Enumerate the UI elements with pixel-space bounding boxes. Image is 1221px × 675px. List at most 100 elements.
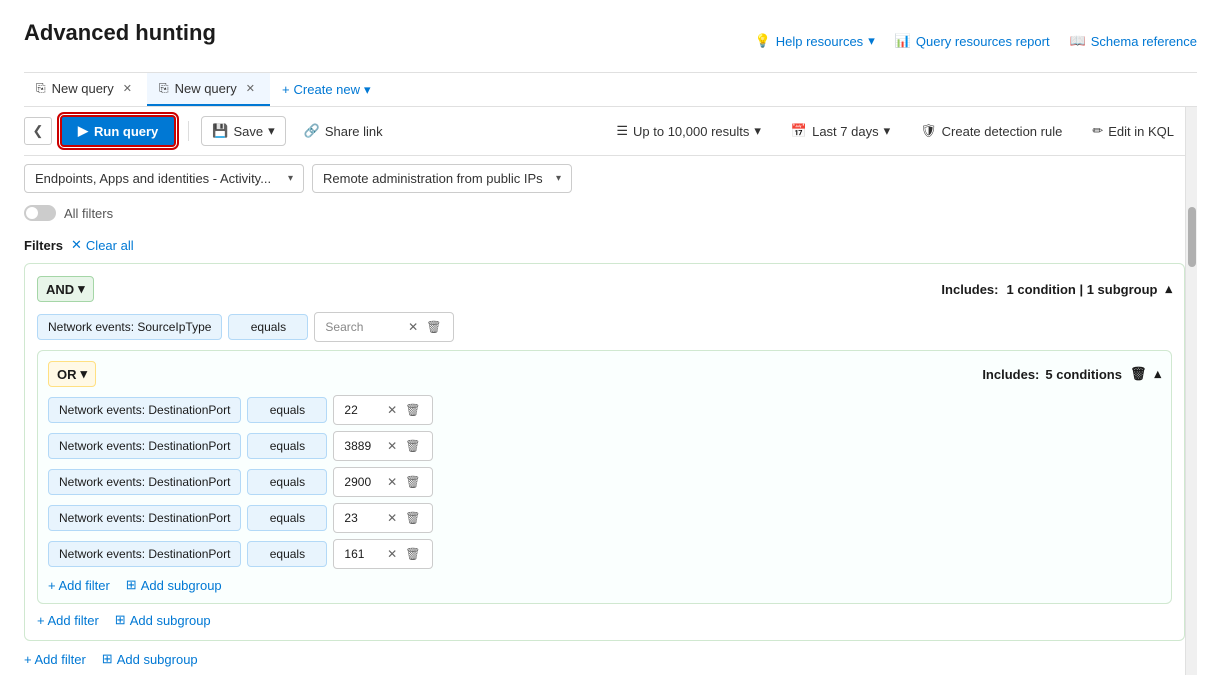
bottom-add-filter-button[interactable]: + Add filter (24, 652, 86, 667)
sidebar-icon: ❮ (33, 123, 44, 139)
subgroup-field-1[interactable]: Network events: DestinationPort (48, 433, 241, 459)
edit-in-kql-button[interactable]: ✏ Edit in KQL (1081, 116, 1185, 146)
subgroup-row-clear-0[interactable]: ✕ (385, 401, 399, 419)
condition-clear-button[interactable]: ✕ (406, 318, 420, 336)
subgroup-operator-3[interactable]: equals (247, 505, 327, 531)
subgroup-value-text-2: 2900 (344, 475, 371, 489)
share-link-button[interactable]: 🔗 Share link (294, 117, 393, 145)
subgroup-field-2[interactable]: Network events: DestinationPort (48, 469, 241, 495)
and-label: AND (46, 282, 74, 297)
subgroup-row-0: Network events: DestinationPort equals 2… (48, 395, 1161, 425)
subgroup-actions-0: ✕ 🗑 (385, 401, 422, 419)
subgroup-operator-1[interactable]: equals (247, 433, 327, 459)
plus-icon: + (282, 82, 290, 97)
bulb-icon: 💡 (755, 33, 771, 49)
tab-close-2[interactable]: ✕ (243, 81, 258, 96)
group-add-filter-button[interactable]: + Add filter (37, 613, 99, 628)
help-resources-link[interactable]: 💡 Help resources ▾ (755, 33, 875, 49)
subgroup-operator-2[interactable]: equals (247, 469, 327, 495)
subgroup-add-row: + Add filter ⊞ Add subgroup (48, 577, 1161, 593)
condition-delete-button[interactable]: 🗑 (424, 318, 443, 336)
tabs-bar: ⎘ New query ✕ ⎘ New query ✕ + Create new… (24, 73, 1197, 107)
subgroup-delete-button[interactable]: 🗑 (1128, 364, 1149, 384)
tab-close-1[interactable]: ✕ (120, 81, 135, 96)
group-header-icons: ▴ (1165, 281, 1172, 297)
subgroup-row-delete-3[interactable]: 🗑 (403, 509, 422, 527)
clear-all-button[interactable]: ✕ Clear all (71, 237, 134, 253)
subgroup-row-delete-4[interactable]: 🗑 (403, 545, 422, 563)
subgroup-chevron-up-icon[interactable]: ▴ (1154, 366, 1161, 382)
create-new-tab-button[interactable]: + Create new ▾ (270, 74, 383, 106)
subgroup-field-4[interactable]: Network events: DestinationPort (48, 541, 241, 567)
scrollbar[interactable] (1185, 107, 1197, 675)
group-info: Includes: 1 condition | 1 subgroup ▴ (941, 281, 1172, 297)
template-dropdown[interactable]: Remote administration from public IPs ▾ (312, 164, 572, 193)
subgroup-value-4[interactable]: 161 ✕ 🗑 (333, 539, 433, 569)
tab-query-icon-2: ⎘ (159, 81, 169, 96)
run-query-button[interactable]: ▶ Run query (60, 115, 176, 147)
tab-label-1: New query (52, 81, 114, 96)
or-operator-button[interactable]: OR ▾ (48, 361, 96, 387)
share-icon: 🔗 (304, 123, 320, 139)
subgroup-actions-4: ✕ 🗑 (385, 545, 422, 563)
subgroup-row-delete-1[interactable]: 🗑 (403, 437, 422, 455)
subgroup-value-1[interactable]: 3889 ✕ 🗑 (333, 431, 433, 461)
tab-2[interactable]: ⎘ New query ✕ (147, 73, 270, 106)
subgroup-value-text-4: 161 (344, 547, 364, 561)
or-chevron-icon: ▾ (81, 366, 88, 382)
subgroup-value-2[interactable]: 2900 ✕ 🗑 (333, 467, 433, 497)
filters-heading-row: Filters ✕ Clear all (24, 237, 1185, 253)
save-label: Save (233, 124, 263, 139)
save-button[interactable]: 💾 Save ▾ (201, 116, 285, 146)
chart-icon: 📊 (895, 33, 911, 49)
time-range-label: Last 7 days (812, 124, 879, 139)
tab-1[interactable]: ⎘ New query ✕ (24, 73, 147, 106)
subgroup-operator-4[interactable]: equals (247, 541, 327, 567)
filters-section: Filters ✕ Clear all AND ▾ Includes (24, 229, 1185, 675)
subgroup-row-delete-0[interactable]: 🗑 (403, 401, 422, 419)
subgroup-value-3[interactable]: 23 ✕ 🗑 (333, 503, 433, 533)
subgroup-actions-2: ✕ 🗑 (385, 473, 422, 491)
subgroup-field-3[interactable]: Network events: DestinationPort (48, 505, 241, 531)
scrollbar-thumb (1188, 207, 1196, 267)
subgroup-info: Includes: 5 conditions 🗑 ▴ (982, 364, 1161, 384)
subgroup-add-filter-button[interactable]: + Add filter (48, 578, 110, 593)
page-title: Advanced hunting (24, 20, 216, 46)
subgroup-row-clear-4[interactable]: ✕ (385, 545, 399, 563)
and-operator-button[interactable]: AND ▾ (37, 276, 94, 302)
category-chevron-icon: ▾ (288, 173, 293, 184)
subgroup-row-clear-1[interactable]: ✕ (385, 437, 399, 455)
time-chevron-icon: ▾ (884, 123, 891, 139)
subgroup-add-subgroup-button[interactable]: ⊞ Add subgroup (126, 577, 222, 593)
group-add-subgroup-button[interactable]: ⊞ Add subgroup (115, 612, 211, 628)
clear-all-label: Clear all (86, 238, 134, 253)
create-detection-rule-button[interactable]: 🛡 Create detection rule (909, 116, 1073, 146)
all-filters-toggle[interactable] (24, 205, 56, 221)
group-chevron-up-icon[interactable]: ▴ (1165, 281, 1172, 297)
subgroup-row-clear-3[interactable]: ✕ (385, 509, 399, 527)
subgroup-includes-label: Includes: (982, 367, 1039, 382)
condition-value-input[interactable]: Search ✕ 🗑 (314, 312, 454, 342)
bottom-add-subgroup-button[interactable]: ⊞ Add subgroup (102, 651, 198, 667)
schema-reference-link[interactable]: 📖 Schema reference (1070, 33, 1197, 49)
subgroup-row-delete-2[interactable]: 🗑 (403, 473, 422, 491)
results-limit-button[interactable]: ☰ Up to 10,000 results ▾ (605, 116, 772, 146)
and-chevron-icon: ▾ (78, 281, 85, 297)
and-filter-group: AND ▾ Includes: 1 condition | 1 subgroup… (24, 263, 1185, 641)
template-chevron-icon: ▾ (556, 173, 561, 184)
subgroup-value-0[interactable]: 22 ✕ 🗑 (333, 395, 433, 425)
time-range-button[interactable]: 📅 Last 7 days ▾ (780, 116, 901, 146)
share-link-label: Share link (325, 124, 383, 139)
subgroup-field-0[interactable]: Network events: DestinationPort (48, 397, 241, 423)
subgroup-operator-0[interactable]: equals (247, 397, 327, 423)
condition-operator[interactable]: equals (228, 314, 308, 340)
subgroup-row-1: Network events: DestinationPort equals 3… (48, 431, 1161, 461)
condition-field[interactable]: Network events: SourceIpType (37, 314, 222, 340)
or-label: OR (57, 367, 77, 382)
category-dropdown[interactable]: Endpoints, Apps and identities - Activit… (24, 164, 304, 193)
query-resources-report-link[interactable]: 📊 Query resources report (895, 33, 1050, 49)
subgroup-row-2: Network events: DestinationPort equals 2… (48, 467, 1161, 497)
sidebar-toggle-button[interactable]: ❮ (24, 117, 52, 145)
subgroup-row-clear-2[interactable]: ✕ (385, 473, 399, 491)
create-new-label: Create new (294, 82, 360, 97)
